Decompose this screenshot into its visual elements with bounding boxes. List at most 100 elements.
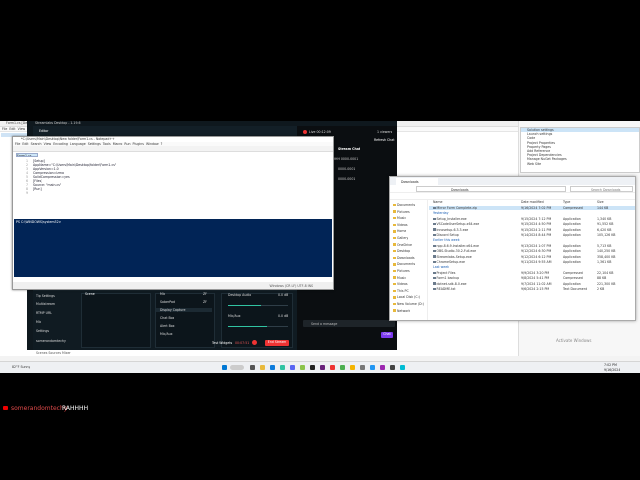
scene-item[interactable]: Scene bbox=[85, 292, 95, 296]
nav-item[interactable]: Home bbox=[393, 229, 406, 233]
nav-item[interactable]: Network bbox=[393, 309, 410, 313]
side-item-tip-settings[interactable]: Tip Settings bbox=[36, 294, 55, 298]
app-icon[interactable] bbox=[380, 365, 385, 370]
address-bar[interactable]: Downloads bbox=[416, 186, 566, 192]
nav-item[interactable]: Local Disk (C:) bbox=[393, 295, 420, 299]
streamlabs-icon[interactable] bbox=[280, 365, 285, 370]
app-icon[interactable] bbox=[390, 365, 395, 370]
tab-scenes[interactable]: Scenes bbox=[36, 351, 47, 355]
clock-date[interactable]: 9/16/2024 bbox=[604, 368, 620, 372]
explorer-tab[interactable]: Downloads bbox=[396, 178, 438, 185]
end-stream-button[interactable]: End Stream bbox=[265, 340, 289, 346]
np-menu-edit[interactable]: Edit bbox=[22, 142, 28, 146]
nav-item[interactable]: Desktop bbox=[393, 249, 410, 253]
app-icon[interactable] bbox=[400, 365, 405, 370]
file-row[interactable]: Streamlabs-Setup.exe 9/12/2024 6:12 PM App… bbox=[429, 255, 635, 259]
youtube-icon[interactable] bbox=[330, 365, 335, 370]
np-menu-window[interactable]: Window bbox=[146, 142, 159, 146]
visual-studio-icon[interactable] bbox=[320, 365, 325, 370]
np-menu-file[interactable]: File bbox=[15, 142, 20, 146]
app-icon[interactable] bbox=[340, 365, 345, 370]
task-view-icon[interactable] bbox=[250, 365, 255, 370]
column-header[interactable]: Date modified bbox=[521, 200, 544, 204]
side-item-multistream[interactable]: Multistream bbox=[36, 302, 55, 306]
file-row[interactable]: Discord Setup 9/14/2024 8:44 PM Applicatio… bbox=[429, 233, 635, 237]
nav-item[interactable]: Pictures bbox=[393, 210, 410, 214]
file-row[interactable]: dotnet-sdk-8.0.exe 9/7/2024 11:02 AM Appli… bbox=[429, 282, 635, 286]
side-item-mic[interactable]: Mic bbox=[36, 320, 41, 324]
tab-mixer[interactable]: Mixer bbox=[62, 351, 71, 355]
source-item[interactable]: Alert Box bbox=[160, 324, 175, 328]
app-icon[interactable] bbox=[350, 365, 355, 370]
start-icon[interactable] bbox=[222, 365, 227, 370]
file-row[interactable]: OBS-Studio-30.2-Full.exe 9/12/2024 6:30 P… bbox=[429, 249, 635, 253]
chat-input[interactable]: Send a message bbox=[303, 320, 395, 327]
record-button[interactable] bbox=[252, 340, 257, 345]
nav-item[interactable]: New Volume (D:) bbox=[393, 302, 424, 306]
editor-menu-file[interactable]: File bbox=[2, 127, 7, 131]
nav-item[interactable]: Pictures bbox=[393, 269, 410, 273]
source-item[interactable]: SoberPad bbox=[160, 300, 175, 304]
clock-time[interactable]: 7:02 PM bbox=[604, 363, 617, 367]
file-row[interactable]: npp.8.6.9.Installer.x64.exe 9/13/2024 1:0… bbox=[429, 244, 635, 248]
nav-item[interactable]: Music bbox=[393, 276, 406, 280]
editor-menu-view[interactable]: View bbox=[18, 127, 26, 131]
column-header[interactable]: Type bbox=[563, 200, 570, 204]
np-menu-tools[interactable]: Tools bbox=[103, 142, 111, 146]
file-row[interactable]: README.txt 9/6/2024 2:15 PM Text Document 2… bbox=[429, 287, 635, 291]
source-item[interactable]: Chat Box bbox=[160, 316, 174, 320]
nav-item[interactable]: Videos bbox=[393, 223, 408, 227]
tab-sources[interactable]: Sources bbox=[48, 351, 61, 355]
app-icon[interactable] bbox=[360, 365, 365, 370]
editor-menu-edit[interactable]: Edit bbox=[9, 127, 15, 131]
nav-item[interactable]: This PC bbox=[393, 289, 409, 293]
np-menu-encoding[interactable]: Encoding bbox=[53, 142, 68, 146]
side-item-settings[interactable]: Settings bbox=[36, 329, 49, 333]
app-icon[interactable] bbox=[370, 365, 375, 370]
file-explorer-icon[interactable] bbox=[260, 365, 265, 370]
source-item-selected[interactable]: Display Capture bbox=[156, 308, 212, 312]
nav-item[interactable]: Downloads bbox=[393, 256, 415, 260]
nav-item[interactable]: Videos bbox=[393, 282, 408, 286]
search-input[interactable]: Search Downloads bbox=[570, 186, 633, 192]
file-row[interactable]: ChromeSetup.exe 9/11/2024 9:55 AM Applicat… bbox=[429, 260, 635, 264]
refresh-chat-button[interactable]: Refresh Chat bbox=[374, 138, 395, 142]
console-panel[interactable]: PS C:\WINDOWS\system32> bbox=[14, 219, 332, 277]
test-widgets-button[interactable]: Test Widgets bbox=[212, 341, 232, 345]
side-item-rtmp[interactable]: RTMP URL bbox=[36, 311, 52, 315]
menu-item[interactable]: Web Site bbox=[521, 162, 639, 166]
file-row[interactable]: Setup_Installer.exe 9/15/2024 7:12 PM Appl… bbox=[429, 217, 635, 221]
nav-item[interactable]: Gallery bbox=[393, 236, 408, 240]
file-row[interactable]: innosetup-6.3.3.exe 9/15/2024 2:11 PM Appl… bbox=[429, 228, 635, 232]
np-menu-macro[interactable]: Macro bbox=[113, 142, 123, 146]
source-item[interactable]: Mic/Aux bbox=[160, 332, 173, 336]
np-menu-settings[interactable]: Settings bbox=[88, 142, 101, 146]
weather-widget[interactable]: 82°F Sunny bbox=[12, 365, 30, 369]
nav-item[interactable]: Music bbox=[393, 216, 406, 220]
file-row[interactable]: Form1 backup 9/8/2024 5:41 PM Compressed 88… bbox=[429, 276, 635, 280]
nav-item[interactable]: OneDrive bbox=[393, 243, 412, 247]
discord-icon[interactable] bbox=[290, 365, 295, 370]
nav-item[interactable]: Documents bbox=[393, 262, 415, 266]
notepad-icon[interactable] bbox=[300, 365, 305, 370]
file-row[interactable]: VSCodeUserSetup-x64.exe 9/15/2024 4:50 PM… bbox=[429, 222, 635, 226]
terminal-icon[interactable] bbox=[310, 365, 315, 370]
side-item-account[interactable]: somerandomtechy bbox=[36, 339, 66, 343]
np-menu-view[interactable]: View bbox=[44, 142, 52, 146]
np-menu-run[interactable]: Run bbox=[124, 142, 130, 146]
edge-icon[interactable] bbox=[270, 365, 275, 370]
np-menu-plugins[interactable]: Plugins bbox=[133, 142, 144, 146]
file-row[interactable]: Project Files 9/9/2024 3:20 PM Compressed 2… bbox=[429, 271, 635, 275]
np-menu-language[interactable]: Language bbox=[70, 142, 86, 146]
notepad-file-tab[interactable]: Form1.cs bbox=[16, 152, 38, 157]
code-area[interactable]: 1 [Setup] 2 AppName="C:\Users\Main\Deskt… bbox=[13, 157, 333, 217]
np-menu-search[interactable]: Search bbox=[31, 142, 42, 146]
np-menu-help[interactable]: ? bbox=[161, 142, 163, 146]
nav-item[interactable]: Documents bbox=[393, 203, 415, 207]
column-header[interactable]: Name bbox=[433, 200, 442, 204]
chat-send-button[interactable]: Chat bbox=[381, 332, 393, 338]
column-header[interactable]: Size bbox=[597, 200, 604, 204]
file-row[interactable]: Mirror Form Complete.zip 9/16/2024 7:02 P… bbox=[429, 206, 635, 211]
source-item[interactable]: Mic bbox=[160, 292, 165, 296]
search-icon[interactable] bbox=[230, 365, 244, 370]
